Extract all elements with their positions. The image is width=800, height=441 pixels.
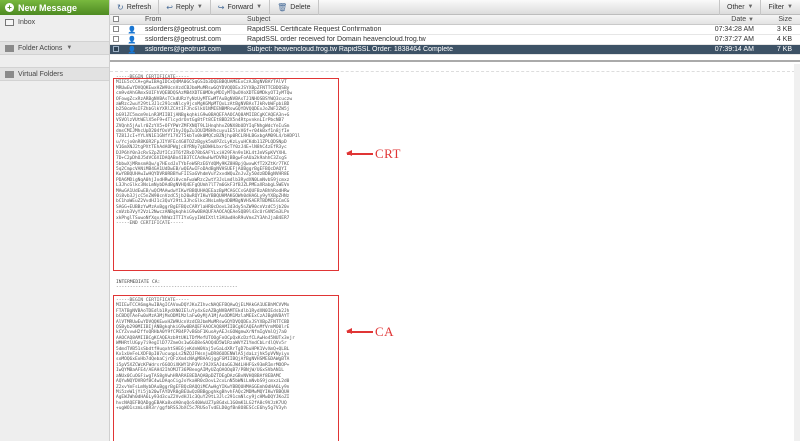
crt-annotation: CRT <box>346 146 402 162</box>
person-icon: 👤 <box>127 36 137 44</box>
refresh-label: Refresh <box>126 3 152 11</box>
arrow-left-icon <box>346 151 373 156</box>
virtual-folders-label: Virtual Folders <box>18 70 64 78</box>
row-subject: RapidSSL Certificate Request Confirmatio… <box>247 26 382 33</box>
inbox-icon <box>5 18 14 26</box>
divider-line: ----------------------------------------… <box>116 285 238 290</box>
date-label: Date <box>731 16 747 23</box>
preview-scrollbar[interactable] <box>794 64 800 441</box>
column-header-from[interactable]: From <box>142 16 244 23</box>
list-header: From Subject Date ▼ Size <box>110 15 800 25</box>
row-size: 7 KB <box>776 46 792 53</box>
intermediate-ca-label: INTERMEDIATE CA: -----------------------… <box>116 280 238 290</box>
chevron-down-icon: ▼ <box>66 45 73 51</box>
other-label: Other <box>727 3 745 11</box>
sidebar-item-inbox[interactable]: Inbox <box>0 15 109 29</box>
filter-label: Filter <box>768 3 785 11</box>
column-header-date[interactable]: Date ▼ <box>692 16 760 23</box>
row-from: sslorders@geotrust.com <box>145 26 221 33</box>
row-size: 4 KB <box>776 36 792 43</box>
column-header-size[interactable]: Size <box>760 16 800 23</box>
chevron-down-icon: ▼ <box>196 4 203 10</box>
chevron-down-icon: ▼ <box>747 4 754 10</box>
folder-icon <box>5 44 14 52</box>
new-message-label: New Message <box>18 2 78 13</box>
refresh-button[interactable]: ↻ Refresh <box>110 0 160 15</box>
trash-icon: 🗑 <box>277 2 288 12</box>
chevron-down-icon: ▼ <box>787 4 793 10</box>
table-row[interactable]: 👤 sslorders@geotrust.com RapidSSL order … <box>110 35 800 45</box>
sort-down-icon: ▼ <box>748 17 754 23</box>
reply-button[interactable]: ↩ Reply ▼ <box>159 0 211 15</box>
preview-header-divider <box>110 64 800 72</box>
table-row[interactable]: 👤 sslorders@geotrust.com RapidSSL Certif… <box>110 25 800 35</box>
forward-icon: ↪ <box>217 2 225 12</box>
row-date: 07:39:14 AM <box>714 46 754 53</box>
folder-actions-label: Folder Actions <box>18 44 63 52</box>
person-icon: 👤 <box>127 26 137 34</box>
row-from: sslorders@geotrust.com <box>145 46 221 53</box>
crt-annotation-label: CRT <box>375 146 402 161</box>
row-from: sslorders@geotrust.com <box>145 36 221 43</box>
sidebar: + New Message Inbox Folder Actions ▼ Vir… <box>0 0 110 441</box>
new-message-button[interactable]: + New Message <box>0 0 109 15</box>
row-subject: Subject: heavencloud.frog.tw RapidSSL Or… <box>247 46 453 53</box>
folder-actions-menu[interactable]: Folder Actions ▼ <box>0 41 109 55</box>
row-date: 07:37:27 AM <box>714 36 754 43</box>
ca-annotation-label: CA <box>375 324 395 339</box>
delete-button[interactable]: 🗑 Delete <box>270 0 319 15</box>
chevron-down-icon: ▼ <box>256 4 263 10</box>
refresh-icon: ↻ <box>117 2 124 12</box>
arrow-left-icon <box>346 329 373 334</box>
row-size: 3 KB <box>776 26 792 33</box>
message-list: From Subject Date ▼ Size 👤 sslorders@geo… <box>110 15 800 62</box>
row-subject: RapidSSL order received for Domain heave… <box>247 36 426 43</box>
toolbar: ↻ Refresh ↩ Reply ▼ ↪ Forward ▼ 🗑 Delete… <box>110 0 800 15</box>
row-checkbox[interactable] <box>110 26 122 33</box>
delete-label: Delete <box>290 3 311 11</box>
sidebar-item-label: Inbox <box>18 18 36 26</box>
column-header-subject[interactable]: Subject <box>244 16 692 23</box>
row-checkbox[interactable] <box>110 36 122 43</box>
person-icon: 👤 <box>127 46 137 54</box>
ca-annotation: CA <box>346 324 395 340</box>
forward-button[interactable]: ↪ Forward ▼ <box>211 0 271 15</box>
sidebar-item-virtual-folders[interactable]: Virtual Folders <box>0 67 109 81</box>
reply-label: Reply <box>175 3 194 11</box>
plus-icon: + <box>5 3 14 12</box>
reply-icon: ↩ <box>166 2 173 12</box>
filter-menu[interactable]: Filter ▼ <box>760 0 800 15</box>
row-checkbox[interactable] <box>110 46 122 53</box>
select-all-checkbox[interactable] <box>110 16 122 23</box>
crt-certificate-text: -----BEGIN CERTIFICATE----- MIIE5cCCA+gA… <box>116 75 301 226</box>
row-date: 07:34:28 AM <box>714 26 754 33</box>
virtual-folder-icon <box>5 70 14 78</box>
message-preview: -----BEGIN CERTIFICATE----- MIIE5cCCA+gA… <box>110 64 800 441</box>
forward-label: Forward <box>227 3 254 11</box>
ca-certificate-text: -----BEGIN CERTIFICATE----- MIIEwTCCA6mg… <box>116 298 295 412</box>
table-row-selected[interactable]: 👤 sslorders@geotrust.com Subject: heaven… <box>110 45 800 55</box>
other-menu[interactable]: Other ▼ <box>719 0 760 15</box>
